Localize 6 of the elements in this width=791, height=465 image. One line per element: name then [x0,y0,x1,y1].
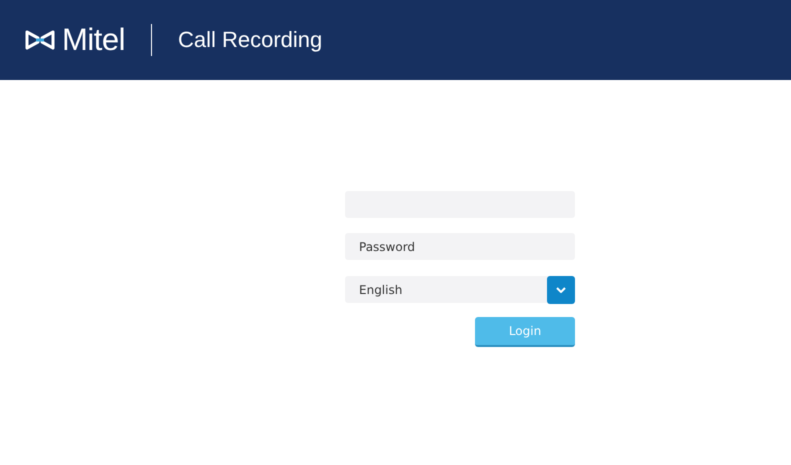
brand-name: Mitel [62,22,125,58]
app-title: Call Recording [178,27,322,53]
password-field[interactable]: Password [345,233,575,260]
logo-icon [24,29,56,51]
chevron-down-icon [556,286,566,292]
language-select[interactable]: English [345,276,575,303]
